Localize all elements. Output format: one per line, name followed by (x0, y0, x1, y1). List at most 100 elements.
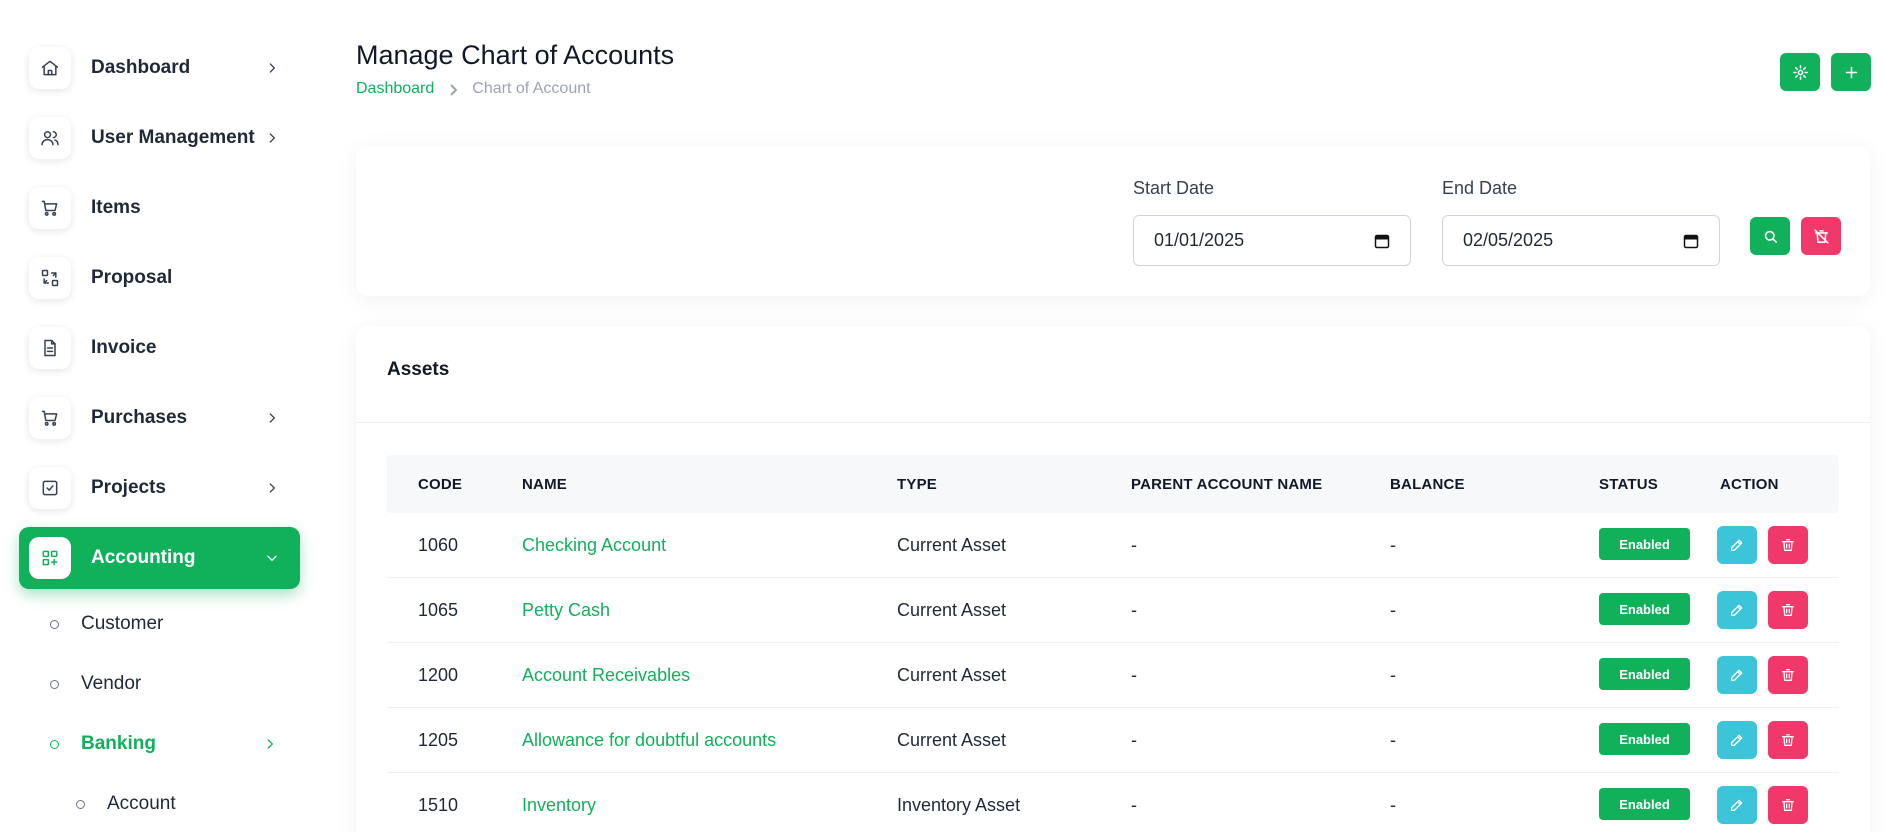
delete-button[interactable] (1768, 526, 1808, 564)
sidebar-subitem-label: Customer (81, 613, 164, 634)
chevron-right-icon (260, 734, 280, 754)
cell-balance: - (1390, 535, 1396, 555)
file-icon (29, 327, 71, 369)
table-row: 1205 Allowance for doubtful accounts Curre… (387, 708, 1839, 773)
cell-code: 1065 (418, 600, 459, 620)
sidebar-subitem-label: Vendor (81, 673, 142, 694)
edit-button[interactable] (1717, 786, 1757, 824)
search-button[interactable] (1750, 217, 1790, 255)
start-date-value: 01/01/2025 (1154, 230, 1245, 250)
add-account-button[interactable] (1831, 53, 1871, 91)
sidebar-item-dashboard[interactable]: Dashboard (19, 37, 300, 99)
end-date-label: End Date (1442, 178, 1518, 198)
breadcrumb: Dashboard Chart of Account (356, 80, 591, 98)
clear-filter-button[interactable] (1801, 217, 1841, 255)
cell-parent-account: - (1131, 795, 1137, 815)
sidebar-subitem-account[interactable]: Account (76, 791, 176, 817)
date-filter-card: Start Date 01/01/2025 End Date 02/05/202… (356, 146, 1870, 296)
status-badge: Enabled (1599, 788, 1690, 820)
trash-icon (1780, 732, 1796, 748)
cell-type: Current Asset (897, 600, 1007, 620)
cell-balance: - (1390, 795, 1396, 815)
edit-button[interactable] (1717, 526, 1757, 564)
cell-code: 1060 (418, 535, 459, 555)
end-date-input[interactable]: 02/05/2025 (1442, 215, 1720, 266)
table-row: 1065 Petty Cash Current Asset - - Enabled (387, 578, 1839, 643)
breadcrumb-current: Chart of Account (472, 80, 591, 97)
sidebar-item-accounting[interactable]: Accounting (19, 527, 300, 589)
cell-type: Current Asset (897, 730, 1007, 750)
account-name-link[interactable]: Inventory (522, 773, 596, 832)
edit-button[interactable] (1717, 721, 1757, 759)
table-row: 1200 Account Receivables Current Asset - - En… (387, 643, 1839, 708)
trash-icon (1780, 537, 1796, 553)
account-name-link[interactable]: Allowance for doubtful accounts (522, 708, 776, 773)
chevron-right-icon (262, 128, 282, 148)
calendar-icon[interactable] (1683, 233, 1699, 249)
page-title: Manage Chart of Accounts (356, 40, 675, 70)
account-name-link[interactable]: Petty Cash (522, 578, 610, 643)
apps-icon (29, 537, 71, 579)
chevron-right-icon (262, 478, 282, 498)
sidebar-item-label: Projects (91, 477, 166, 498)
column-header-balance: BALANCE (1390, 475, 1465, 493)
edit-button[interactable] (1717, 591, 1757, 629)
bullet-icon (50, 739, 59, 749)
delete-button[interactable] (1768, 591, 1808, 629)
column-header-name: NAME (522, 475, 567, 493)
sidebar-subitem-customer[interactable]: Customer (50, 611, 163, 637)
status-badge: Enabled (1599, 658, 1690, 690)
sidebar-subitem-label: Banking (81, 733, 156, 754)
account-name-link[interactable]: Checking Account (522, 513, 666, 578)
assets-card: Assets CODE NAME TYPE PARENT ACCOUNT NAM… (356, 326, 1870, 832)
checkbox-icon (29, 467, 71, 509)
cell-parent-account: - (1131, 535, 1137, 555)
chevron-right-icon (262, 408, 282, 428)
trash-icon (1780, 602, 1796, 618)
account-name-link[interactable]: Account Receivables (522, 643, 690, 708)
sidebar-subitem-banking[interactable]: Banking (50, 731, 280, 757)
pencil-icon (1729, 732, 1745, 748)
cell-balance: - (1390, 600, 1396, 620)
calendar-icon[interactable] (1374, 233, 1390, 249)
cell-type: Current Asset (897, 535, 1007, 555)
cell-type: Inventory Asset (897, 795, 1021, 815)
sidebar-subitem-label: Account (107, 793, 176, 814)
divider (356, 422, 1870, 423)
edit-button[interactable] (1717, 656, 1757, 694)
sidebar-item-label: Invoice (91, 337, 157, 358)
delete-button[interactable] (1768, 656, 1808, 694)
cell-parent-account: - (1131, 600, 1137, 620)
sidebar-item-user-management[interactable]: User Management (19, 107, 300, 169)
sidebar-item-label: Accounting (91, 547, 196, 568)
status-badge: Enabled (1599, 723, 1690, 755)
pencil-icon (1729, 602, 1745, 618)
chevron-right-icon (262, 58, 282, 78)
delete-button[interactable] (1768, 721, 1808, 759)
bullet-icon (76, 799, 85, 809)
cell-code: 1205 (418, 730, 459, 750)
sidebar-item-projects[interactable]: Projects (19, 457, 300, 519)
delete-button[interactable] (1768, 786, 1808, 824)
exchange-icon (29, 257, 71, 299)
sidebar-item-proposal[interactable]: Proposal (19, 247, 300, 309)
cell-code: 1200 (418, 665, 459, 685)
start-date-input[interactable]: 01/01/2025 (1133, 215, 1411, 266)
chevron-right-icon (448, 83, 458, 96)
plus-icon (1843, 64, 1860, 81)
sidebar-item-purchases[interactable]: Purchases (19, 387, 300, 449)
sidebar-item-invoice[interactable]: Invoice (19, 317, 300, 379)
sidebar-item-items[interactable]: Items (19, 177, 300, 239)
sidebar-item-label: User Management (91, 127, 255, 148)
settings-button[interactable] (1780, 53, 1820, 91)
sidebar-subitem-vendor[interactable]: Vendor (50, 671, 141, 697)
pencil-icon (1729, 667, 1745, 683)
sidebar-item-label: Dashboard (91, 57, 191, 78)
column-header-status: STATUS (1599, 475, 1658, 493)
column-header-parent-account: PARENT ACCOUNT NAME (1131, 475, 1323, 493)
bullet-icon (50, 619, 59, 629)
cart-icon (29, 187, 71, 229)
column-header-action: ACTION (1720, 475, 1779, 493)
status-badge: Enabled (1599, 528, 1690, 560)
breadcrumb-link-dashboard[interactable]: Dashboard (356, 80, 434, 98)
